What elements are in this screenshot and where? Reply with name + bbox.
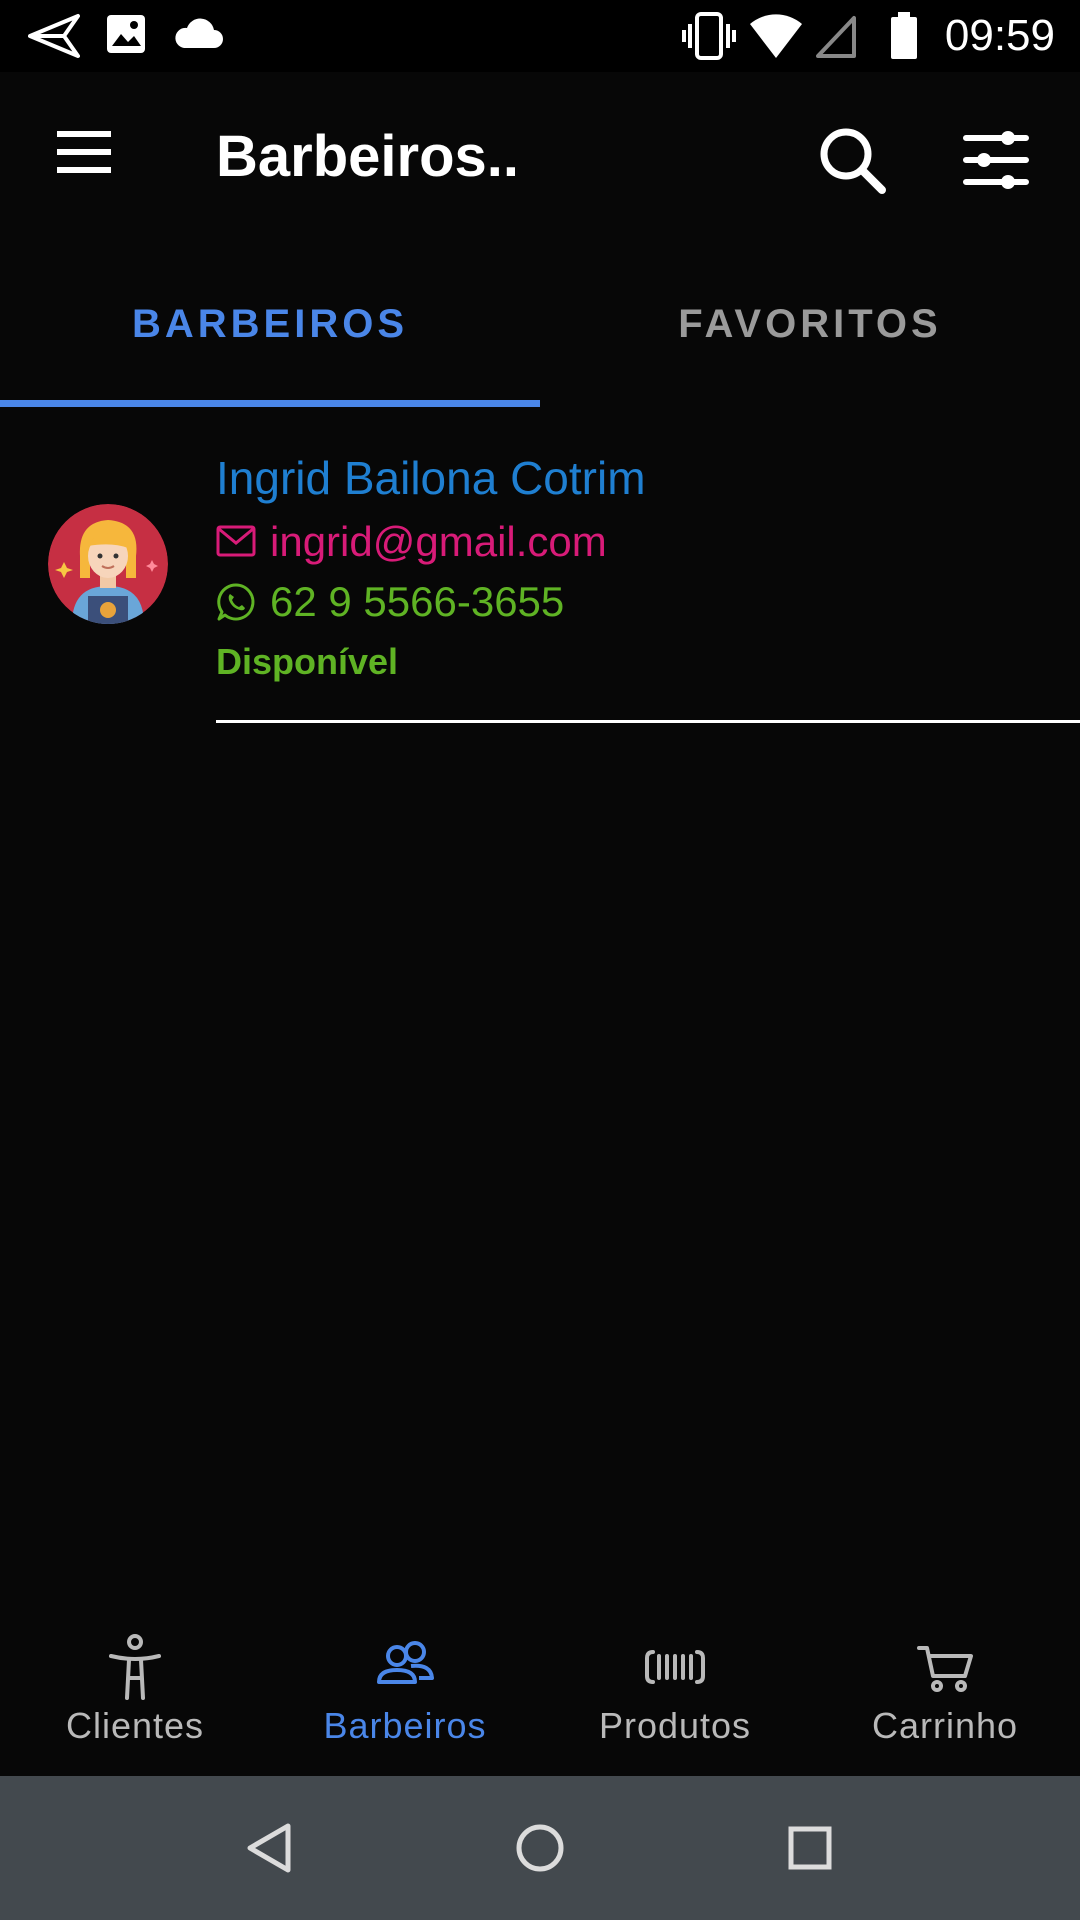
nav-item-clientes[interactable]: Clientes bbox=[0, 1612, 270, 1776]
status-badge: Disponível bbox=[216, 641, 399, 682]
system-navigation-bar bbox=[0, 1776, 1080, 1920]
whatsapp-icon bbox=[217, 583, 255, 621]
people-icon bbox=[377, 1641, 434, 1684]
barcode-icon bbox=[645, 1650, 705, 1684]
person-icon bbox=[109, 1634, 161, 1700]
nav-label-barbeiros: Barbeiros bbox=[323, 1705, 487, 1746]
tab-favoritos[interactable]: FAVORITOS bbox=[540, 240, 1080, 408]
search-button[interactable] bbox=[812, 120, 892, 200]
nav-item-carrinho[interactable]: Carrinho bbox=[810, 1612, 1080, 1776]
vibrate-icon bbox=[682, 12, 736, 65]
barber-email: ingrid@gmail.com bbox=[270, 518, 607, 565]
list-item[interactable]: Ingrid Bailona Cotrim ingrid@gmail.com 6… bbox=[0, 430, 1080, 730]
back-icon bbox=[247, 1823, 291, 1873]
bottom-navigation: Clientes Barbeiros Produtos Carrinho bbox=[0, 1612, 1080, 1776]
phone-row[interactable]: 62 9 5566-3655 bbox=[216, 574, 564, 630]
divider bbox=[216, 720, 1080, 723]
email-row[interactable]: ingrid@gmail.com bbox=[216, 514, 607, 570]
battery-icon bbox=[888, 12, 920, 65]
tab-barbeiros[interactable]: BARBEIROS bbox=[0, 240, 540, 408]
menu-icon bbox=[57, 131, 111, 173]
cart-icon bbox=[917, 1646, 973, 1692]
home-button[interactable] bbox=[504, 1812, 576, 1884]
status-bar: 09:59 bbox=[0, 0, 1080, 72]
filter-icon bbox=[963, 131, 1029, 189]
barber-phone: 62 9 5566-3655 bbox=[270, 578, 565, 625]
tab-bar: BARBEIROS FAVORITOS bbox=[0, 240, 1080, 408]
nav-label-carrinho: Carrinho bbox=[871, 1705, 1019, 1746]
page-title: Barbeiros.. bbox=[216, 124, 519, 189]
mail-icon bbox=[216, 525, 256, 557]
nav-item-produtos[interactable]: Produtos bbox=[540, 1612, 810, 1776]
wifi-icon bbox=[748, 12, 804, 65]
search-icon bbox=[820, 128, 886, 194]
screen: 09:59 Barbeiros.. BARBEIROS FAVORITOS In… bbox=[0, 0, 1080, 1920]
send-icon bbox=[28, 12, 80, 65]
nav-item-barbeiros[interactable]: Barbeiros bbox=[270, 1612, 540, 1776]
home-icon bbox=[516, 1824, 564, 1872]
app-bar: Barbeiros.. bbox=[0, 72, 1080, 240]
nav-label-produtos: Produtos bbox=[598, 1705, 752, 1746]
image-icon bbox=[104, 12, 148, 61]
barber-name: Ingrid Bailona Cotrim bbox=[216, 452, 646, 504]
menu-button[interactable] bbox=[44, 120, 124, 184]
tab-indicator bbox=[0, 400, 540, 407]
recents-button[interactable] bbox=[774, 1812, 846, 1884]
cloud-icon bbox=[172, 12, 224, 61]
back-button[interactable] bbox=[234, 1812, 306, 1884]
filter-button[interactable] bbox=[956, 120, 1036, 200]
avatar bbox=[48, 504, 168, 624]
signal-icon bbox=[814, 12, 858, 65]
recents-icon bbox=[788, 1826, 832, 1870]
nav-label-clientes: Clientes bbox=[65, 1705, 205, 1746]
clock: 09:59 bbox=[944, 11, 1055, 60]
